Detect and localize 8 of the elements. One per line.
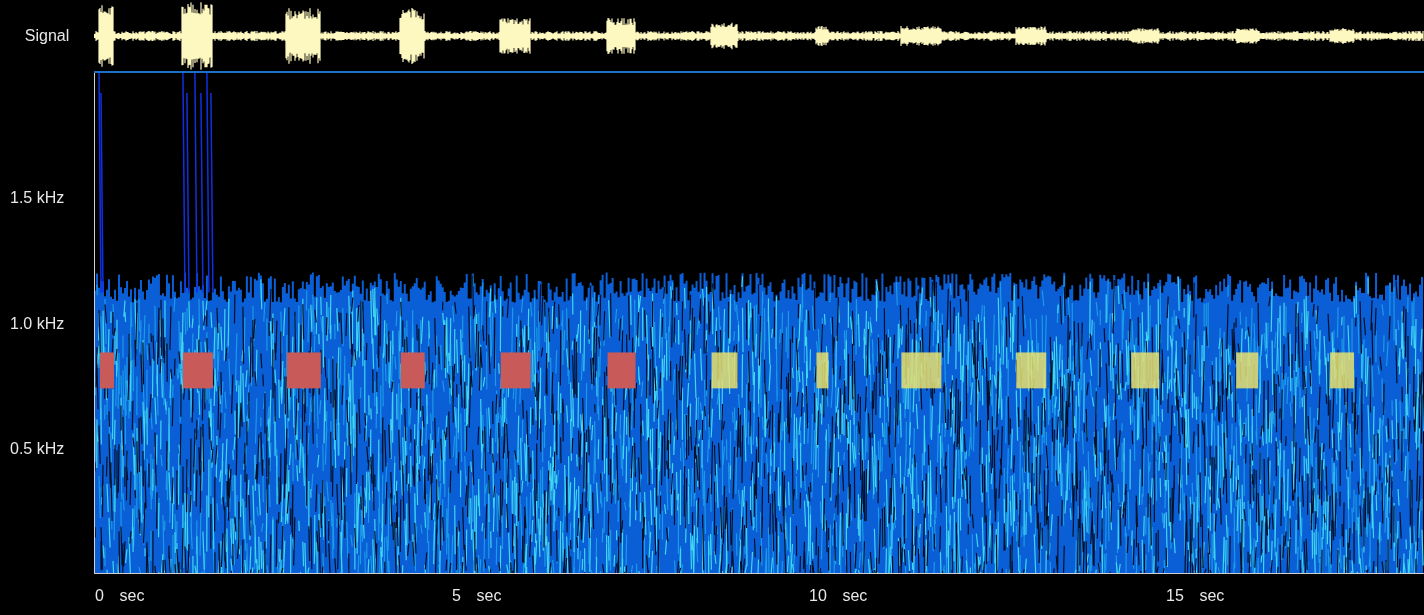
frequency-axis-label: 0.5 kHz	[10, 440, 65, 457]
time-axis-label: 10 sec	[809, 588, 868, 604]
time-axis-label: 0 sec	[95, 588, 145, 604]
frequency-axis-label: 1.5 kHz	[10, 190, 65, 207]
time-axis-label: 15 sec	[1166, 588, 1225, 604]
time-axis-label: 5 sec	[452, 588, 502, 604]
frequency-axis-label: 1.0 kHz	[10, 315, 65, 332]
signal-label: Signal	[24, 25, 70, 46]
